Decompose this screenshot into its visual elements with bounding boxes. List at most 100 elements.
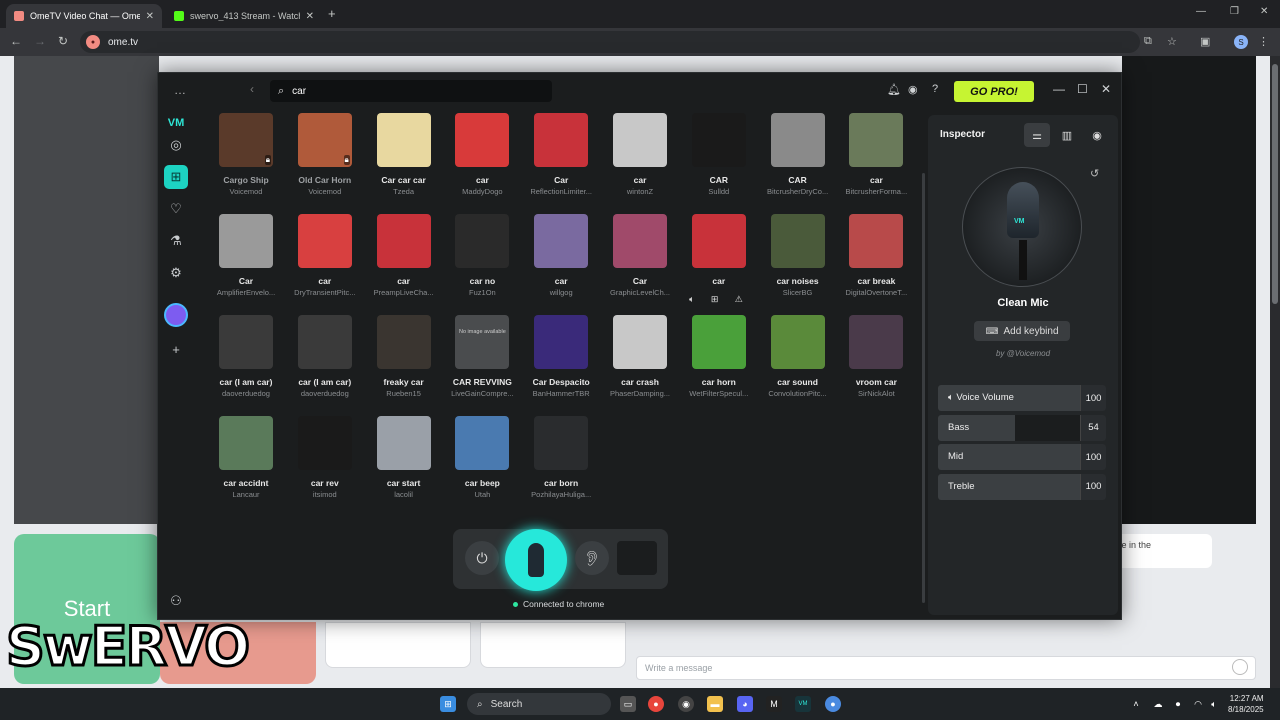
- close-tab-icon[interactable]: ✕: [146, 11, 154, 22]
- warning-icon[interactable]: ⚠︎: [735, 294, 743, 305]
- reset-icon[interactable]: ↺: [1090, 167, 1099, 180]
- go-pro-button[interactable]: GO PRO!: [954, 81, 1034, 102]
- chrome-profile-icon[interactable]: ●: [825, 696, 841, 712]
- voice-card[interactable]: car: [683, 214, 755, 288]
- megaphone-icon[interactable]: [617, 541, 657, 575]
- side-panel-icon[interactable]: ▣: [1200, 35, 1210, 48]
- address-bar[interactable]: ● ome.tv: [80, 31, 1140, 53]
- voice-card[interactable]: car DryTransientPitc...: [289, 214, 361, 297]
- voice-card[interactable]: Car ReflectionLimiter...: [525, 113, 597, 196]
- voice-card[interactable]: car PreampLiveCha...: [368, 214, 440, 297]
- voice-card[interactable]: Car car car Tzeda: [368, 113, 440, 196]
- microphone-toggle-button[interactable]: [505, 529, 567, 591]
- site-info-icon[interactable]: ●: [86, 35, 100, 49]
- close-window-icon[interactable]: ✕: [1260, 6, 1268, 17]
- add-keybind-button[interactable]: ⌨ Add keybind: [974, 321, 1070, 341]
- search-input[interactable]: ⌕ car: [270, 80, 552, 102]
- voice-card[interactable]: car born PozhilayaHuliga...: [525, 416, 597, 499]
- country-selector[interactable]: [325, 622, 471, 668]
- voice-card[interactable]: car BitcrusherForma...: [840, 113, 912, 196]
- voice-card[interactable]: 🔒︎ Cargo Ship Voicemod: [210, 113, 282, 196]
- voice-card[interactable]: 🔒︎ Old Car Horn Voicemod: [289, 113, 361, 196]
- compass-icon[interactable]: ◎: [164, 133, 188, 157]
- slider-voice-volume[interactable]: 🔈︎ Voice Volume 100: [938, 385, 1106, 411]
- voice-card[interactable]: CAR Sulldd: [683, 113, 755, 196]
- chevron-left-icon[interactable]: ‹: [250, 82, 254, 96]
- voice-card[interactable]: car sound ConvolutionPitc...: [762, 315, 834, 398]
- voice-card[interactable]: car rev itsimod: [289, 416, 361, 499]
- slider-value[interactable]: 100: [1080, 385, 1106, 411]
- voice-card[interactable]: car no Fuz1On: [446, 214, 518, 297]
- voice-card[interactable]: car (I am car) daoverduedog: [210, 315, 282, 398]
- soundboard-avatar-icon[interactable]: [164, 303, 188, 327]
- voice-card[interactable]: car break DigitalOvertoneT...: [840, 214, 912, 297]
- bell-icon[interactable]: 🔔︎: [887, 83, 901, 96]
- slider-treble[interactable]: Treble 100: [938, 473, 1106, 500]
- heart-icon[interactable]: ♡: [164, 197, 188, 221]
- install-app-icon[interactable]: ⧉: [1144, 35, 1152, 48]
- forward-icon[interactable]: →: [34, 34, 46, 48]
- voicemod-taskbar-icon[interactable]: VM: [795, 696, 811, 712]
- page-scrollbar[interactable]: [1270, 56, 1280, 688]
- browser-tab-ometv[interactable]: OmeTV Video Chat — Ome ✕: [6, 4, 162, 28]
- slider-value[interactable]: 100: [1080, 444, 1106, 470]
- slider-mid[interactable]: Mid 100: [938, 444, 1106, 470]
- voice-card[interactable]: freaky car Rueben15: [368, 315, 440, 398]
- voice-card[interactable]: car (I am car) daoverduedog: [289, 315, 361, 398]
- tray-chevron-icon[interactable]: ˄: [1128, 696, 1144, 712]
- slider-value[interactable]: 54: [1080, 414, 1106, 441]
- new-tab-icon[interactable]: +: [328, 6, 336, 21]
- maximize-icon[interactable]: ☐: [1077, 82, 1088, 96]
- voice-card[interactable]: No image available CAR REVVING LiveGainCom…: [446, 315, 518, 398]
- emoji-icon[interactable]: [1232, 659, 1248, 675]
- slider-bass[interactable]: Bass 54: [938, 414, 1106, 441]
- voicebox-icon[interactable]: ⊞: [164, 165, 188, 189]
- windows-start-icon[interactable]: ⊞: [440, 696, 456, 712]
- taskbar-search[interactable]: ⌕ Search: [467, 693, 611, 715]
- discord-icon[interactable]: ◉: [908, 83, 918, 96]
- minimize-icon[interactable]: —: [1053, 82, 1065, 96]
- app-icon[interactable]: M: [766, 696, 782, 712]
- task-view-icon[interactable]: ▭: [620, 696, 636, 712]
- user-icon[interactable]: ⚇: [164, 589, 188, 613]
- browser-tab-stream[interactable]: swervo_413 Stream - Watch Li ✕: [166, 4, 322, 28]
- voice-card[interactable]: Car GraphicLevelCh...: [604, 214, 676, 297]
- chrome-icon[interactable]: ●: [648, 696, 664, 712]
- record-icon[interactable]: ◉: [1084, 123, 1110, 147]
- voice-card[interactable]: vroom car SirNickAlot: [840, 315, 912, 398]
- profile-avatar[interactable]: S: [1234, 35, 1248, 49]
- voice-card[interactable]: car crash PhaserDamping...: [604, 315, 676, 398]
- menu-dots-icon[interactable]: …: [174, 83, 186, 97]
- sliders-icon[interactable]: ⚌: [1024, 123, 1050, 147]
- message-input[interactable]: Write a message: [636, 656, 1256, 680]
- voice-card[interactable]: CAR BitcrusherDryCo...: [762, 113, 834, 196]
- voice-card[interactable]: Car AmplifierEnvelo...: [210, 214, 282, 297]
- tray-mic-icon[interactable]: ⏺: [1170, 696, 1186, 712]
- close-icon[interactable]: ✕: [1101, 82, 1111, 96]
- voice-card[interactable]: car accidnt Lancaur: [210, 416, 282, 499]
- grid-scrollbar[interactable]: [922, 173, 925, 603]
- add-icon[interactable]: ⊞: [711, 294, 719, 305]
- help-icon[interactable]: ?: [932, 83, 938, 95]
- voice-card[interactable]: car MaddyDogo: [446, 113, 518, 196]
- file-explorer-icon[interactable]: ▬: [707, 696, 723, 712]
- reload-icon[interactable]: ↻: [58, 34, 68, 48]
- menu-kebab-icon[interactable]: ⋮: [1258, 35, 1269, 48]
- taskbar-clock[interactable]: 12:27 AM 8/18/2025: [1228, 693, 1264, 715]
- gender-selector[interactable]: [480, 622, 626, 668]
- voice-card[interactable]: car horn WetFilterSpecul...: [683, 315, 755, 398]
- obs-icon[interactable]: ◉: [678, 696, 694, 712]
- speaker-icon[interactable]: 🔈︎: [689, 294, 694, 305]
- bookmark-star-icon[interactable]: ☆: [1167, 35, 1177, 48]
- voice-card[interactable]: car beep Utah: [446, 416, 518, 499]
- tray-cloud-icon[interactable]: ☁: [1150, 696, 1166, 712]
- power-icon[interactable]: ⏻: [465, 541, 499, 575]
- voice-card[interactable]: Car Despacito BanHammerTBR: [525, 315, 597, 398]
- volume-icon[interactable]: 🔈︎: [1206, 696, 1222, 712]
- gear-icon[interactable]: ⚙: [164, 261, 188, 285]
- slider-value[interactable]: 100: [1080, 473, 1106, 500]
- discord-taskbar-icon[interactable]: ◕: [737, 696, 753, 712]
- voice-card[interactable]: car wintonZ: [604, 113, 676, 196]
- voice-card[interactable]: car noises SlicerBG: [762, 214, 834, 297]
- minimize-window-icon[interactable]: —: [1196, 6, 1206, 17]
